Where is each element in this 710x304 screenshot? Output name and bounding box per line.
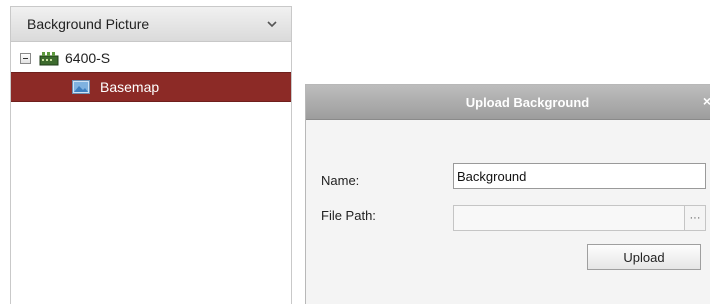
ellipsis-icon: ··· [689,212,701,224]
panel-header[interactable]: Background Picture [11,7,291,42]
background-picture-panel: Background Picture 6400-S Basemap [10,6,292,304]
device-label: 6400-S [65,50,111,66]
collapse-icon[interactable] [20,52,31,64]
upload-button[interactable]: Upload [587,244,701,270]
basemap-label: Basemap [100,79,160,95]
dialog-title: Upload Background [465,94,590,110]
panel-title: Background Picture [27,16,150,32]
chevron-down-icon[interactable] [267,19,277,29]
dialog-titlebar[interactable]: Upload Background × [306,85,710,120]
name-label: Name: [321,173,360,188]
browse-button[interactable]: ··· [684,205,706,231]
device-icon [39,52,59,66]
upload-background-dialog: Upload Background × Name: File Path: ···… [305,84,710,304]
map-icon [72,80,90,94]
tree-item-basemap[interactable]: Basemap [11,72,291,102]
close-icon[interactable]: × [699,93,710,109]
tree-item-device[interactable]: 6400-S [11,44,291,72]
file-path-input[interactable] [453,205,684,231]
name-input[interactable] [453,163,706,189]
file-path-label: File Path: [321,208,376,223]
